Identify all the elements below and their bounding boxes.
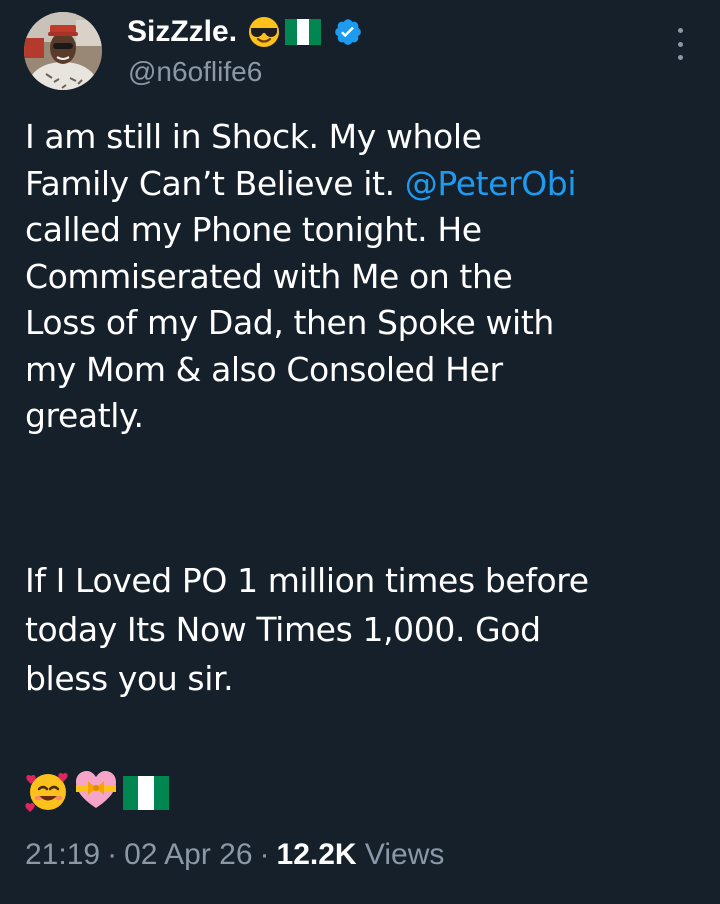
tweet-text-paragraph-2: If I Loved PO 1 million times before tod… <box>25 556 705 703</box>
tweet-line: Family Can’t Believe it. @PeterObi <box>25 161 705 208</box>
tweet-line: bless you sir. <box>25 659 234 698</box>
views-label: Views <box>364 838 445 871</box>
verified-badge-icon[interactable] <box>333 17 363 47</box>
emoji-row <box>25 770 169 816</box>
tweet-line: my Mom & also Consoled Her <box>25 349 503 389</box>
tweet-line: Commiserated with Me on the <box>25 256 513 296</box>
dot-icon <box>677 55 683 60</box>
tweet-meta: 21:19 · 02 Apr 26 · 12.2K Views <box>25 838 444 872</box>
author-name-row: SizZzle. <box>127 14 363 50</box>
tweet: SizZzle. @n6oflife6 I am still in Shock.… <box>0 0 720 904</box>
tweet-line: called my Phone tonight. He <box>25 210 482 249</box>
author-handle[interactable]: @n6oflife6 <box>128 56 262 88</box>
nigeria-flag-icon <box>123 776 169 810</box>
sunglasses-face-emoji-icon <box>247 15 281 49</box>
smiling-face-with-hearts-icon <box>25 768 71 818</box>
tweet-date[interactable]: 02 Apr 26 <box>124 838 252 871</box>
more-options-button[interactable] <box>666 26 694 62</box>
separator: · <box>259 838 270 871</box>
tweet-line: Loss of my Dad, then Spoke with <box>25 303 554 342</box>
views-count[interactable]: 12.2K <box>277 838 357 871</box>
display-name[interactable]: SizZzle. <box>127 15 237 49</box>
dot-icon <box>677 28 683 33</box>
heart-with-ribbon-icon <box>73 768 119 818</box>
tweet-line-text: Family Can’t Believe it. <box>25 163 405 203</box>
nigeria-flag-icon <box>285 19 322 45</box>
dot-icon <box>677 41 683 47</box>
tweet-line: If I Loved PO 1 million times before <box>25 561 589 600</box>
mention-link[interactable]: @PeterObi <box>405 164 577 203</box>
separator: · <box>107 838 118 871</box>
avatar[interactable] <box>24 12 102 90</box>
tweet-time[interactable]: 21:19 <box>25 838 100 871</box>
tweet-line: today Its Now Times 1,000. God <box>25 610 541 649</box>
tweet-text: I am still in Shock. My whole Family Can… <box>25 114 705 440</box>
tweet-line: I am still in Shock. My whole <box>25 117 482 156</box>
tweet-line: greatly. <box>25 396 144 435</box>
